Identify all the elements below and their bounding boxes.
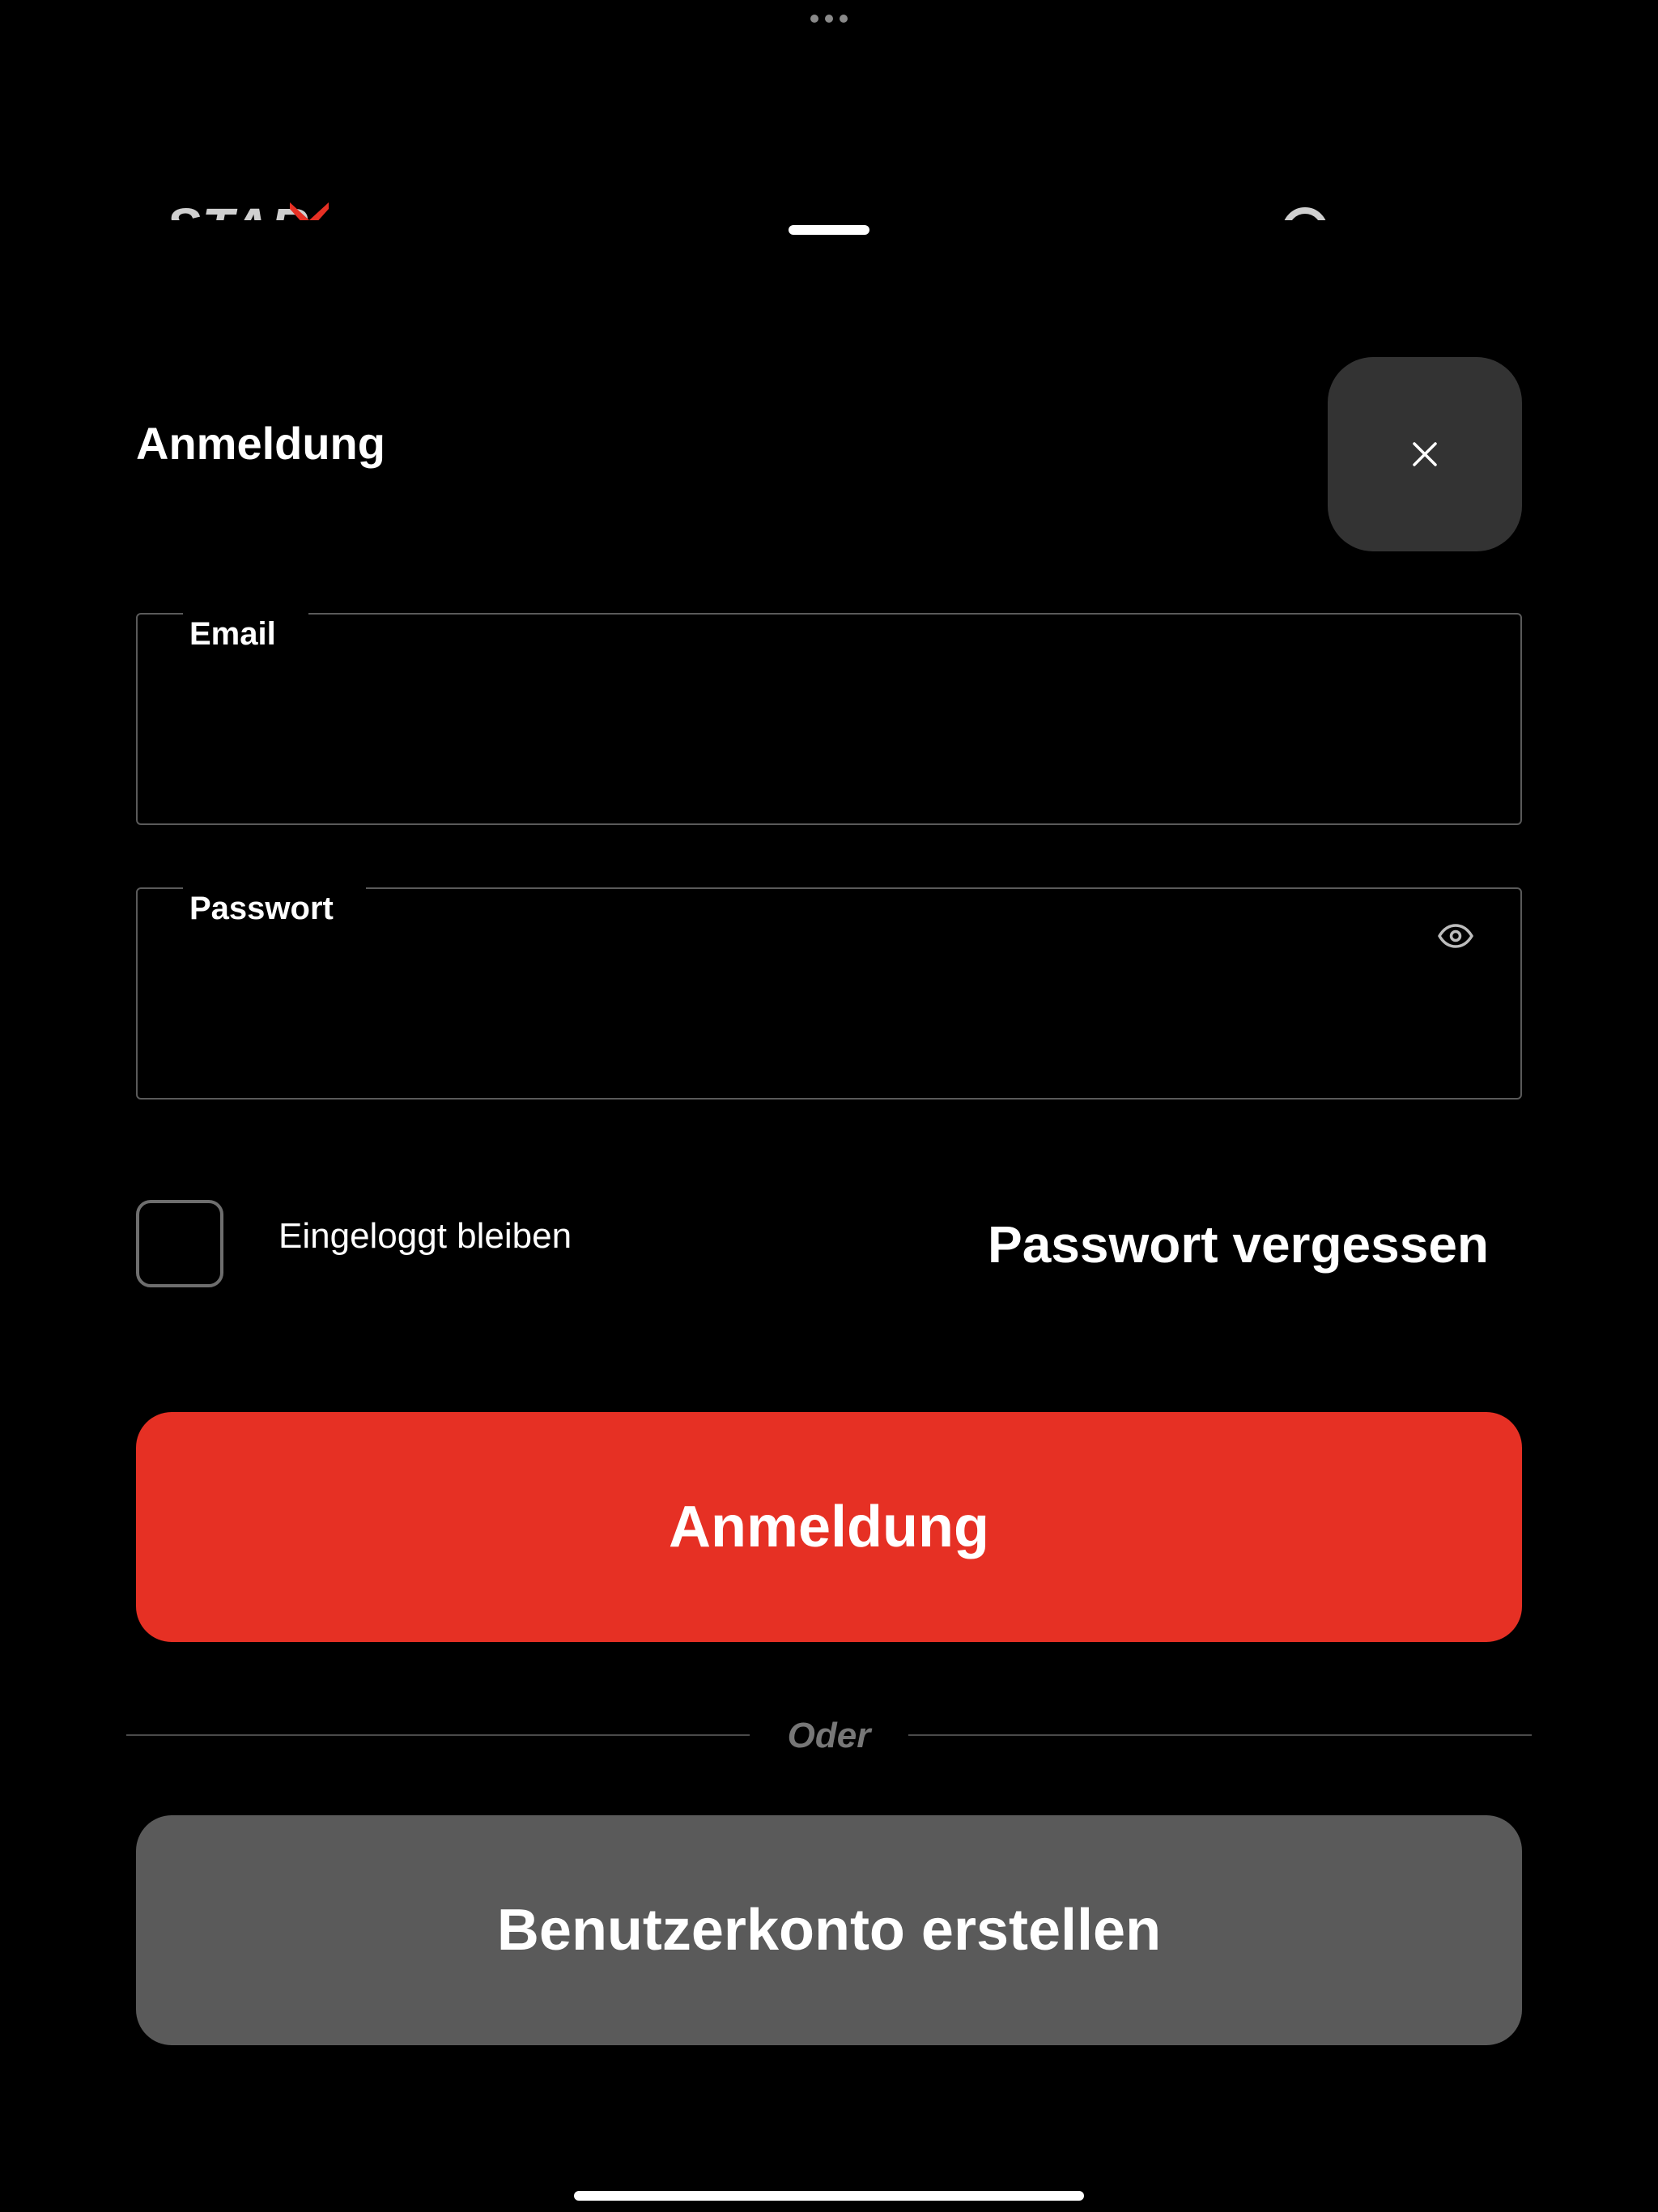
dot-icon <box>825 15 833 23</box>
email-input[interactable] <box>189 712 1407 778</box>
password-label: Passwort <box>183 886 366 925</box>
divider-label: Oder <box>787 1716 871 1755</box>
home-indicator[interactable] <box>574 2191 1084 2201</box>
user-icon[interactable] <box>1282 207 1328 220</box>
brand-x-icon <box>290 202 329 220</box>
sheet-grabber[interactable] <box>789 225 869 235</box>
underlying-header: STAR <box>0 154 1658 220</box>
login-button[interactable]: Anmeldung <box>136 1412 1522 1642</box>
close-button[interactable] <box>1328 357 1522 551</box>
remember-me-checkbox[interactable] <box>136 1200 223 1287</box>
password-field[interactable]: Passwort <box>136 886 1522 1100</box>
email-label: Email <box>183 611 308 650</box>
forgot-password-link[interactable]: Passwort vergessen <box>988 1219 1489 1270</box>
show-password-button[interactable] <box>1433 913 1478 959</box>
divider-line <box>126 1734 750 1736</box>
or-divider: Oder <box>126 1715 1532 1755</box>
multitasking-dots[interactable] <box>810 15 848 23</box>
email-field[interactable]: Email <box>136 611 1522 825</box>
create-account-button-label: Benutzerkonto erstellen <box>496 1898 1162 1963</box>
sheet-title: Anmeldung <box>136 418 385 469</box>
divider-line <box>908 1734 1532 1736</box>
login-button-label: Anmeldung <box>669 1495 989 1559</box>
dot-icon <box>810 15 818 23</box>
create-account-button[interactable]: Benutzerkonto erstellen <box>136 1815 1522 2045</box>
close-icon <box>1413 442 1437 466</box>
eye-icon <box>1438 924 1473 948</box>
password-input[interactable] <box>189 986 1407 1053</box>
dot-icon <box>840 15 848 23</box>
remember-me-label[interactable]: Eingeloggt bleiben <box>278 1219 572 1254</box>
